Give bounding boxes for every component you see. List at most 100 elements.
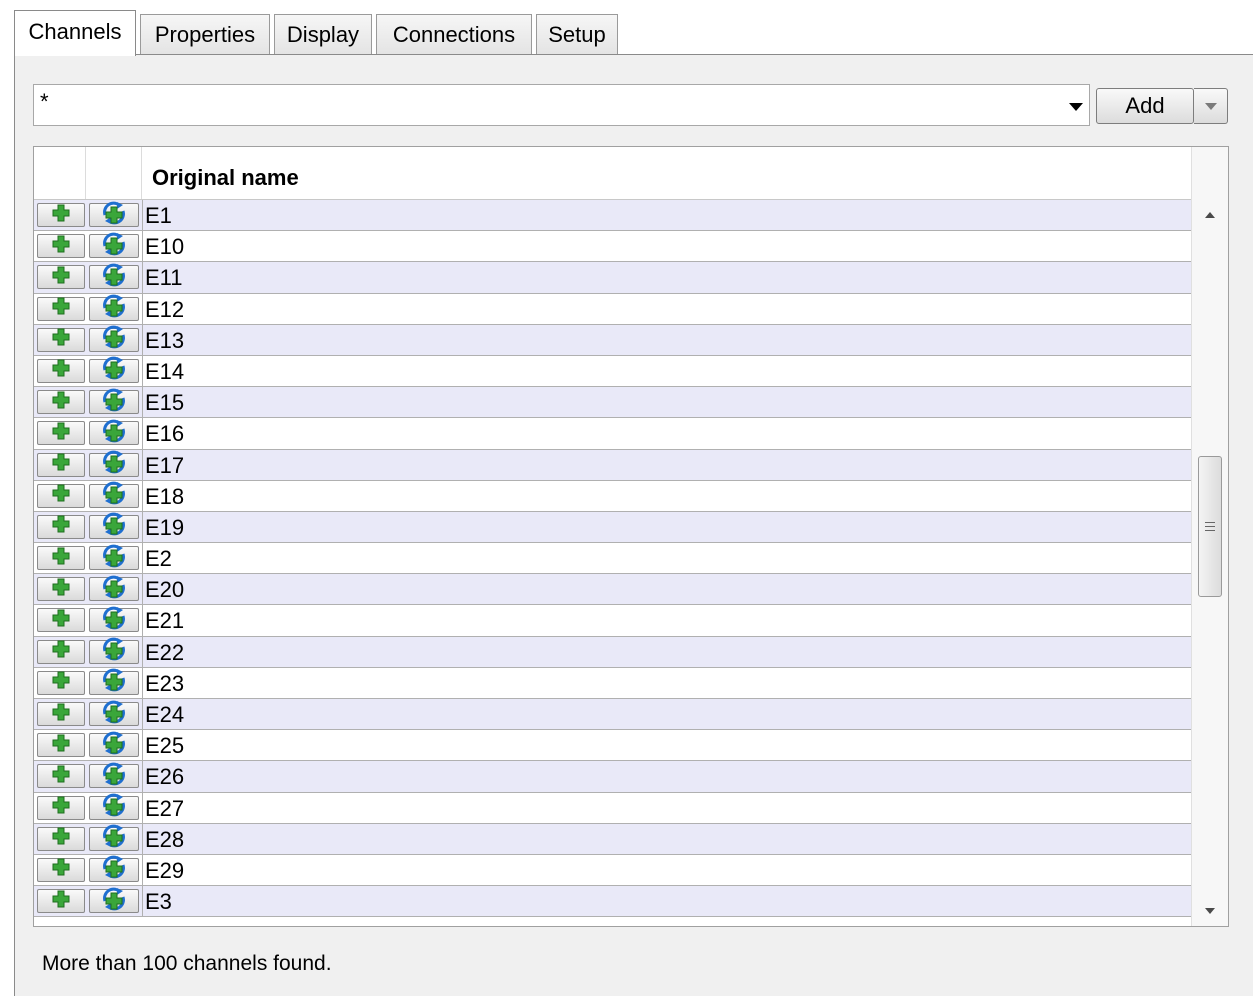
table-row[interactable]: E15: [34, 387, 1194, 419]
add-all-row-button[interactable]: [89, 513, 139, 539]
add-row-button[interactable]: [37, 608, 85, 633]
plus-icon: [51, 577, 71, 602]
add-all-row-button[interactable]: [89, 419, 139, 446]
add-row-button[interactable]: [37, 764, 85, 789]
channel-name: E11: [142, 262, 183, 294]
add-all-row-button[interactable]: [89, 450, 139, 477]
column-header-add-all[interactable]: [86, 147, 142, 199]
channel-name: E12: [142, 293, 184, 325]
table-row[interactable]: E18: [34, 480, 1194, 512]
table-row[interactable]: E2: [34, 543, 1194, 575]
add-row-button[interactable]: [37, 265, 85, 290]
table-row[interactable]: E28: [34, 823, 1194, 855]
table-row[interactable]: E10: [34, 231, 1194, 263]
channels-table: Original name E1 E10 E11 E12 E13 E14 E15 E16 E17…: [33, 146, 1229, 927]
column-header-original-name[interactable]: Original name: [142, 147, 1192, 199]
add-all-row-button[interactable]: [89, 731, 139, 758]
add-row-button[interactable]: [37, 733, 85, 758]
add-all-row-button[interactable]: [89, 544, 139, 571]
add-row-button[interactable]: [37, 452, 85, 477]
add-all-row-button[interactable]: [89, 481, 139, 508]
table-row[interactable]: E11: [34, 262, 1194, 294]
add-all-row-button[interactable]: [89, 856, 139, 882]
add-all-row-button[interactable]: [89, 294, 139, 321]
add-all-row-button[interactable]: [89, 824, 139, 851]
filter-combobox[interactable]: *: [33, 84, 1090, 126]
add-all-row-button[interactable]: [89, 606, 139, 635]
table-row[interactable]: E20: [34, 574, 1194, 606]
plus-icon: [51, 265, 71, 290]
plus-icon: [51, 639, 71, 664]
table-row[interactable]: E22: [34, 636, 1194, 668]
table-row[interactable]: E23: [34, 667, 1194, 699]
add-all-row-button[interactable]: [89, 700, 139, 726]
table-header: Original name: [34, 147, 1194, 200]
add-row-button[interactable]: [37, 702, 85, 726]
add-all-row-button[interactable]: [89, 887, 139, 914]
add-row-button[interactable]: [37, 327, 85, 352]
plus-icon: [51, 702, 71, 727]
add-row-button[interactable]: [37, 514, 85, 539]
plus-icon: [51, 795, 71, 820]
tab-properties[interactable]: Properties: [140, 14, 270, 54]
tab-channels[interactable]: Channels: [14, 10, 136, 56]
refresh-plus-icon: [99, 325, 129, 354]
add-row-button[interactable]: [37, 889, 85, 914]
add-row-button[interactable]: [37, 421, 85, 446]
table-row[interactable]: E24: [34, 699, 1194, 731]
add-button[interactable]: Add: [1096, 88, 1194, 124]
tab-setup[interactable]: Setup: [536, 14, 618, 54]
add-row-button[interactable]: [37, 670, 85, 695]
add-row-button[interactable]: [37, 546, 85, 571]
add-row-button[interactable]: [37, 639, 85, 664]
add-all-row-button[interactable]: [89, 388, 139, 415]
plus-icon: [51, 421, 71, 446]
add-row-button[interactable]: [37, 234, 85, 259]
table-row[interactable]: E19: [34, 511, 1194, 544]
tab-connections[interactable]: Connections: [376, 14, 532, 54]
add-row-button[interactable]: [37, 296, 85, 321]
add-row-button[interactable]: [37, 203, 85, 227]
add-all-row-button[interactable]: [89, 325, 139, 354]
scroll-up-icon[interactable]: [1192, 200, 1228, 230]
table-row[interactable]: E13: [34, 324, 1194, 356]
filter-value: *: [40, 89, 49, 114]
add-all-row-button[interactable]: [89, 357, 139, 383]
table-row[interactable]: E25: [34, 730, 1194, 762]
add-all-row-button[interactable]: [89, 263, 139, 290]
table-row[interactable]: E1: [34, 200, 1194, 232]
add-all-row-button[interactable]: [89, 637, 139, 664]
table-row[interactable]: E16: [34, 418, 1194, 450]
table-row[interactable]: E29: [34, 854, 1194, 887]
chevron-down-icon[interactable]: [1062, 84, 1090, 126]
table-row[interactable]: E14: [34, 355, 1194, 388]
table-row[interactable]: E12: [34, 293, 1194, 325]
add-row-button[interactable]: [37, 358, 85, 383]
add-all-row-button[interactable]: [89, 575, 139, 602]
add-row-button[interactable]: [37, 577, 85, 602]
add-row-button[interactable]: [37, 826, 85, 851]
add-all-row-button[interactable]: [89, 793, 139, 820]
table-row[interactable]: E21: [34, 605, 1194, 637]
add-all-row-button[interactable]: [89, 762, 139, 789]
add-dropdown-button[interactable]: [1194, 88, 1228, 124]
vertical-scrollbar[interactable]: [1191, 147, 1228, 926]
add-row-button[interactable]: [37, 483, 85, 508]
table-row[interactable]: E3: [34, 886, 1194, 918]
refresh-plus-icon: [99, 606, 129, 635]
plus-icon: [51, 203, 71, 228]
add-row-button[interactable]: [37, 857, 85, 882]
scroll-thumb[interactable]: [1198, 456, 1222, 597]
scroll-down-icon[interactable]: [1192, 896, 1228, 926]
add-row-button[interactable]: [37, 390, 85, 415]
tab-display[interactable]: Display: [274, 14, 372, 54]
table-row[interactable]: E17: [34, 449, 1194, 481]
grip-icon: [1205, 522, 1215, 531]
table-row[interactable]: E26: [34, 761, 1194, 793]
add-all-row-button[interactable]: [89, 232, 139, 259]
add-all-row-button[interactable]: [89, 669, 139, 695]
table-row[interactable]: E27: [34, 792, 1194, 824]
column-header-add[interactable]: [34, 147, 86, 199]
add-all-row-button[interactable]: [89, 201, 139, 227]
add-row-button[interactable]: [37, 795, 85, 820]
